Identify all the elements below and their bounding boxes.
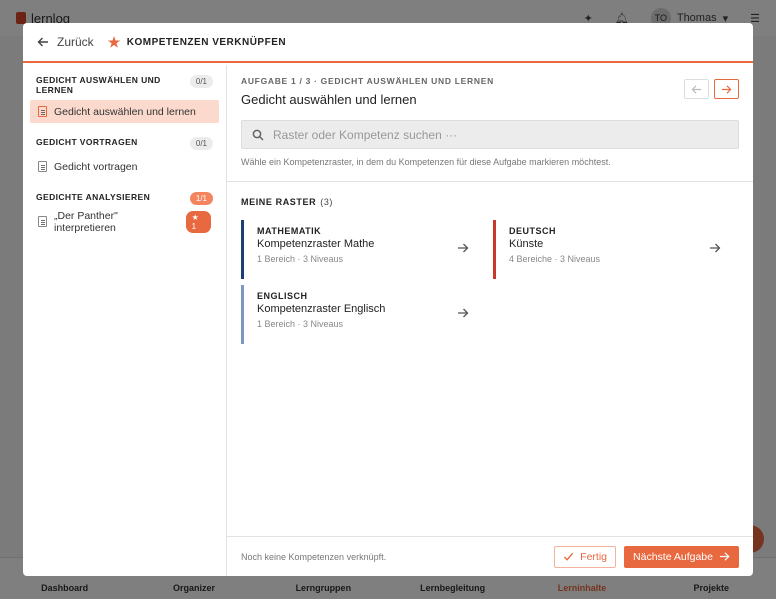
star-icon: ★ [107,34,121,50]
raster-meta: 1 Bereich · 3 Niveaus [257,319,344,329]
link-status-note: Noch keine Kompetenzen verknüpft. [241,551,387,562]
sidebar-section: GEDICHT VORTRAGEN 0/1 Gedicht vortragen [23,137,226,178]
raster-count: (3) [320,197,334,207]
sidebar-item-gedicht-vortragen[interactable]: Gedicht vortragen [30,155,219,178]
check-icon [564,552,574,561]
document-icon [38,161,47,172]
section-title: GEDICHTE ANALYSIEREN [36,192,151,202]
raster-card-mathematik[interactable]: MATHEMATIK Kompetenzraster Mathe 1 Berei… [241,220,479,279]
raster-name: Künste [509,238,544,250]
next-task-button[interactable] [714,79,739,99]
sidebar-section: GEDICHT AUSWÄHLEN UND LERNEN 0/1 Gedicht… [23,75,226,123]
back-label: Zurück [57,35,94,49]
arrow-left-icon [691,84,702,94]
raster-subject: ENGLISCH [257,291,308,301]
modal-title: ★ KOMPETENZEN VERKNÜPFEN [108,35,286,49]
document-icon [38,106,47,117]
sidebar-section: GEDICHTE ANALYSIEREN 1/1 „Der Panther" i… [23,192,226,234]
section-title: GEDICHT AUSWÄHLEN UND LERNEN [36,75,161,95]
raster-subject: MATHEMATIK [257,226,322,236]
raster-card-englisch[interactable]: ENGLISCH Kompetenzraster Englisch 1 Bere… [241,285,479,344]
search-input[interactable] [273,127,728,142]
sidebar-item-gedicht-auswaehlen[interactable]: Gedicht auswählen und lernen [30,100,219,123]
raster-heading: MEINE RASTER (3) [241,197,333,207]
sidebar-item-label: „Der Panther" interpretieren [54,209,118,234]
search-icon [252,129,264,141]
link-competencies-modal: Zurück ★ KOMPETENZEN VERKNÜPFEN GEDICHT … [23,23,753,576]
linked-competency-badge: ★ 1 [185,210,211,233]
search-hint: Wähle ein Kompetenzraster, in dem du Kom… [241,157,611,167]
sidebar-item-panther[interactable]: „Der Panther" interpretieren ★ 1 [30,209,219,234]
raster-name: Kompetenzraster Mathe [257,238,375,250]
done-label: Fertig [580,550,608,563]
raster-meta: 4 Bereiche · 3 Niveaus [509,254,601,264]
arrow-right-icon [458,243,469,253]
next-label: Nächste Aufgabe [633,550,713,563]
done-button[interactable]: Fertig [554,545,617,568]
arrow-right-icon [721,84,732,94]
modal-footer: Noch keine Kompetenzen verknüpft. Fertig… [227,536,753,576]
modal-title-text: KOMPETENZEN VERKNÜPFEN [126,36,287,48]
modal-header: Zurück ★ KOMPETENZEN VERKNÜPFEN [23,23,753,63]
raster-name: Kompetenzraster Englisch [257,303,386,315]
raster-card-deutsch[interactable]: DEUTSCH Künste 4 Bereiche · 3 Niveaus [493,220,731,279]
sidebar-item-label: Gedicht vortragen [54,160,138,173]
sidebar-item-label: Gedicht auswählen und lernen [54,105,196,118]
back-button[interactable]: Zurück [37,35,94,49]
arrow-left-icon [37,37,48,47]
arrow-right-icon [458,308,469,318]
task-title: Gedicht auswählen und lernen [241,92,417,107]
section-count-badge: 0/1 [189,75,213,88]
document-icon [38,216,47,227]
raster-heading-text: MEINE RASTER [241,197,317,207]
section-count-badge: 0/1 [189,137,213,150]
breadcrumb: AUFGABE 1 / 3 · GEDICHT AUSWÄHLEN UND LE… [241,76,494,86]
raster-meta: 1 Bereich · 3 Niveaus [257,254,344,264]
section-count-badge: 1/1 [189,192,213,205]
arrow-right-icon [719,552,730,561]
section-title: GEDICHT VORTRAGEN [36,137,138,147]
previous-task-button[interactable] [684,79,709,99]
next-task-footer-button[interactable]: Nächste Aufgabe [624,545,739,568]
search-field[interactable] [241,120,739,149]
raster-subject: DEUTSCH [509,226,557,236]
arrow-right-icon [710,243,721,253]
main-panel: AUFGABE 1 / 3 · GEDICHT AUSWÄHLEN UND LE… [227,65,753,576]
task-sidebar: GEDICHT AUSWÄHLEN UND LERNEN 0/1 Gedicht… [23,65,227,576]
